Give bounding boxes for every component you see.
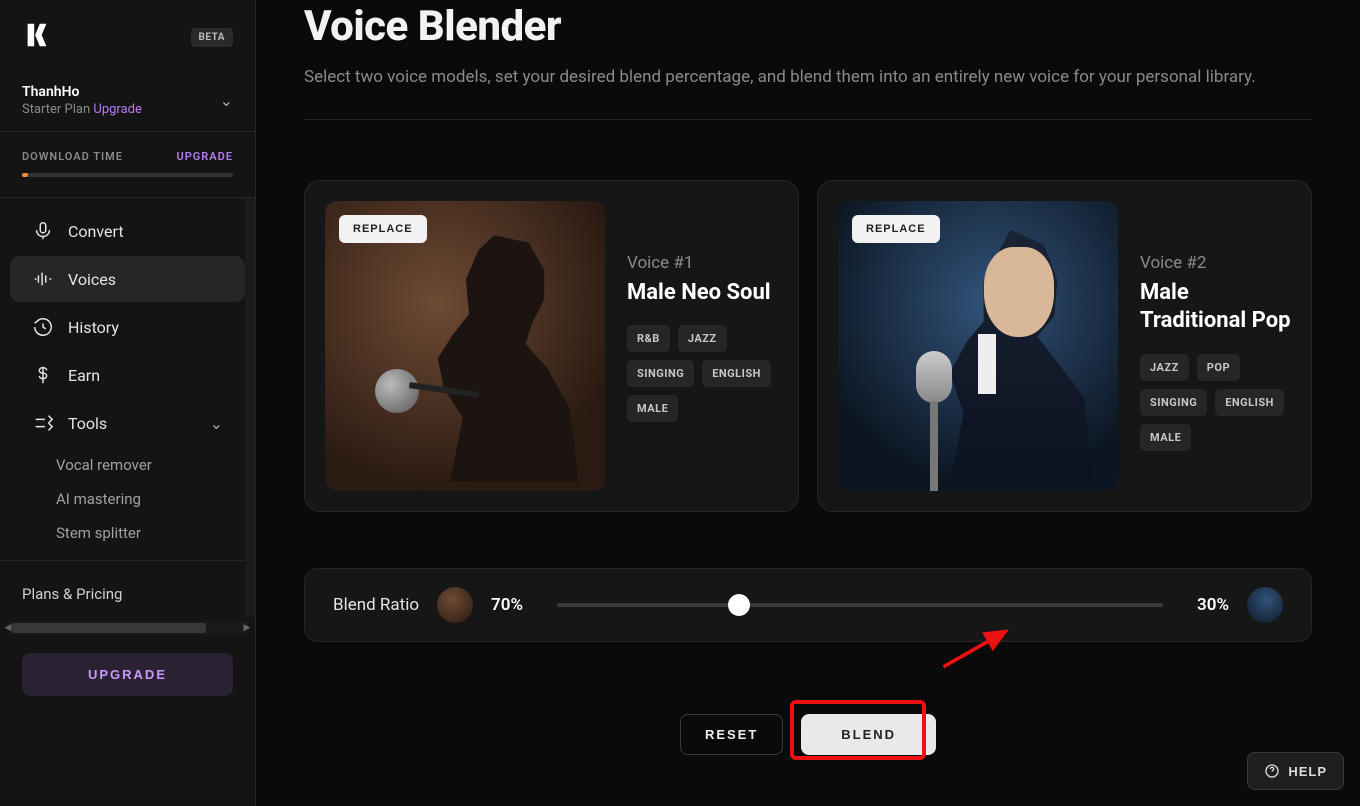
voice1-thumbnail xyxy=(437,587,473,623)
tag: SINGING xyxy=(1140,389,1207,416)
nav-vocal-remover[interactable]: Vocal remover xyxy=(0,448,255,482)
soundwave-icon xyxy=(32,268,54,290)
nav-stem-splitter[interactable]: Stem splitter xyxy=(0,516,255,550)
slider-knob[interactable] xyxy=(728,594,750,616)
tag: ENGLISH xyxy=(1215,389,1284,416)
scrollbar-horizontal[interactable]: ◀ ▶ xyxy=(6,621,249,635)
page-subtitle: Select two voice models, set your desire… xyxy=(304,65,1264,91)
blend-slider[interactable] xyxy=(557,603,1163,607)
tag: POP xyxy=(1197,354,1240,381)
chevron-down-icon: ⌄ xyxy=(210,414,223,433)
voice-tags-2: JAZZ POP SINGING ENGLISH MALE xyxy=(1140,354,1291,451)
app-logo[interactable] xyxy=(22,20,52,54)
voice-tags-1: R&B JAZZ SINGING ENGLISH MALE xyxy=(627,325,778,422)
nav-history[interactable]: History xyxy=(10,304,245,350)
chevron-down-icon: ⌄ xyxy=(220,91,233,110)
nav-label: Tools xyxy=(68,414,107,433)
dollar-icon xyxy=(32,364,54,386)
divider xyxy=(304,119,1312,120)
tag: MALE xyxy=(627,395,678,422)
voice-slot-label: Voice #2 xyxy=(1140,253,1291,273)
user-menu[interactable]: ThanhHo Starter Plan Upgrade ⌄ xyxy=(0,70,255,132)
tag: ENGLISH xyxy=(702,360,771,387)
voice-name: Male Neo Soul xyxy=(627,279,778,308)
microphone-icon xyxy=(32,220,54,242)
main-nav: Convert Voices History Earn Tools xyxy=(0,197,255,617)
nav-label: History xyxy=(68,318,119,337)
nav-tools[interactable]: Tools ⌄ xyxy=(10,400,245,446)
blend-left-percent: 70% xyxy=(491,595,539,615)
user-plan: Starter Plan Upgrade xyxy=(22,102,142,117)
voice-card-1: REPLACE Voice #1 Male Neo Soul R&B JAZZ … xyxy=(304,180,799,512)
help-label: HELP xyxy=(1288,764,1327,779)
tag: SINGING xyxy=(627,360,694,387)
tag: JAZZ xyxy=(1140,354,1189,381)
action-row: RESET BLEND xyxy=(304,714,1312,755)
voice-image-1: REPLACE xyxy=(325,201,605,491)
sidebar: BETA ThanhHo Starter Plan Upgrade ⌄ DOWN… xyxy=(0,0,256,806)
voice-image-2: REPLACE xyxy=(838,201,1118,491)
blend-ratio-label: Blend Ratio xyxy=(333,595,419,615)
tag: R&B xyxy=(627,325,670,352)
tag: MALE xyxy=(1140,424,1191,451)
nav-ai-mastering[interactable]: AI mastering xyxy=(0,482,255,516)
scrollbar-vertical[interactable] xyxy=(245,198,255,617)
voice-card-2: REPLACE Voice #2 Male Traditional Pop JA… xyxy=(817,180,1312,512)
main-content: Voice Blender Select two voice models, s… xyxy=(256,0,1360,806)
voice-name: Male Traditional Pop xyxy=(1140,279,1291,336)
beta-badge: BETA xyxy=(191,28,234,47)
nav-label: Convert xyxy=(68,222,124,241)
sidebar-upgrade-button[interactable]: UPGRADE xyxy=(22,653,233,696)
nav-voices[interactable]: Voices xyxy=(10,256,245,302)
replace-button-1[interactable]: REPLACE xyxy=(339,215,427,243)
download-upgrade-link[interactable]: UPGRADE xyxy=(177,150,233,163)
nav-convert[interactable]: Convert xyxy=(10,208,245,254)
nav-label: Earn xyxy=(68,366,100,385)
reset-button[interactable]: RESET xyxy=(680,714,783,755)
tag: JAZZ xyxy=(678,325,727,352)
blend-button[interactable]: BLEND xyxy=(801,714,936,755)
upgrade-link[interactable]: Upgrade xyxy=(93,102,141,117)
page-title: Voice Blender xyxy=(304,2,1312,51)
replace-button-2[interactable]: REPLACE xyxy=(852,215,940,243)
history-icon xyxy=(32,316,54,338)
download-progress-bar xyxy=(22,173,233,177)
help-button[interactable]: HELP xyxy=(1247,752,1344,790)
blend-right-percent: 30% xyxy=(1181,595,1229,615)
download-time-label: DOWNLOAD TIME xyxy=(22,150,123,163)
help-icon xyxy=(1264,763,1280,779)
nav-earn[interactable]: Earn xyxy=(10,352,245,398)
user-name: ThanhHo xyxy=(22,84,142,100)
voice-slot-label: Voice #1 xyxy=(627,253,778,273)
nav-label: Voices xyxy=(68,270,116,289)
tools-icon xyxy=(32,412,54,434)
voice2-thumbnail xyxy=(1247,587,1283,623)
nav-plans-pricing[interactable]: Plans & Pricing xyxy=(0,571,255,617)
blend-ratio-bar: Blend Ratio 70% 30% xyxy=(304,568,1312,642)
